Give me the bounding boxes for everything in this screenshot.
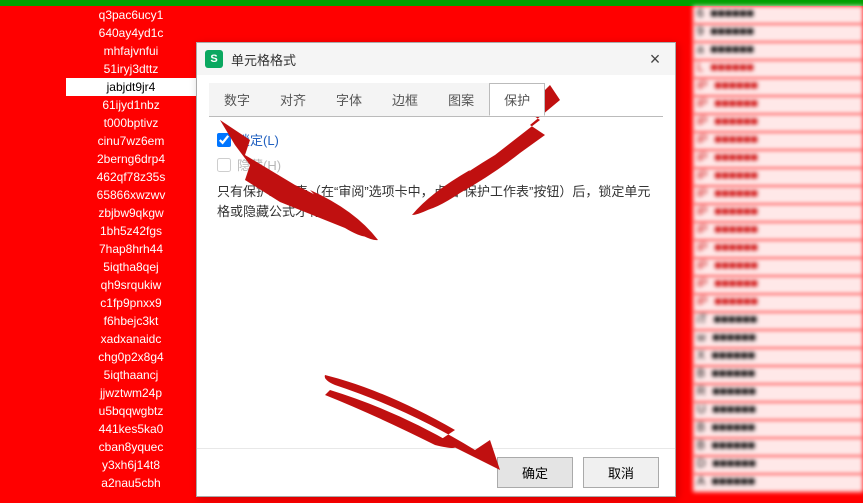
list-item: iP ■■■■■■ [693,78,863,96]
hide-checkbox-row[interactable]: 隐藏(H) [217,155,655,174]
list-item[interactable]: 640ay4yd1c [66,24,196,42]
list-item[interactable]: f6hbejc3kt [66,312,196,330]
list-item: a ■■■■■■ [693,42,863,60]
list-item: iP ■■■■■■ [693,204,863,222]
list-item: iP ■■■■■■ [693,240,863,258]
hide-label: 隐藏(H) [237,155,281,174]
tab-font[interactable]: 字体 [321,83,377,116]
list-item[interactable]: 61ijyd1nbz [66,96,196,114]
tab-bar: 数字对齐字体边框图案保护 [197,75,675,117]
list-item[interactable]: 1bh5z42fgs [66,222,196,240]
list-item[interactable]: y3xh6j14t8 [66,456,196,474]
tab-content-protect: 锁定(L) 隐藏(H) 只有保护工作表（在“审阅”选项卡中，点击“保护工作表”按… [197,118,675,448]
list-item: iT ■■■■■■ [693,312,863,330]
list-item[interactable]: u5bqqwgbtz [66,402,196,420]
list-item[interactable]: 462qf78z35s [66,168,196,186]
tab-border[interactable]: 边框 [377,83,433,116]
left-column: q3pac6ucy1640ay4yd1cmhfajvnfui51iryj3dtt… [66,6,196,492]
list-item: iP ■■■■■■ [693,186,863,204]
list-item[interactable]: 51iryj3dttz [66,60,196,78]
list-item[interactable]: chg0p2x8g4 [66,348,196,366]
list-item: iP ■■■■■■ [693,258,863,276]
list-item: D ■■■■■■ [693,456,863,474]
list-item[interactable]: c1fp9pnxx9 [66,294,196,312]
list-item[interactable]: 7hap8hrh44 [66,240,196,258]
list-item[interactable]: jabjdt9jr4 [66,78,196,96]
wps-app-icon: S [205,50,223,68]
lock-checkbox[interactable] [217,133,231,147]
list-item[interactable]: 441kes5ka0 [66,420,196,438]
lock-label: 锁定(L) [237,130,279,149]
list-item: w ■■■■■■ [693,330,863,348]
list-item[interactable]: 5iqthaancj [66,366,196,384]
protect-description: 只有保护工作表（在“审阅”选项卡中，点击“保护工作表”按钮）后，锁定单元格或隐藏… [217,182,655,222]
list-item[interactable]: qh9srqukiw [66,276,196,294]
list-item[interactable]: cban8yquec [66,438,196,456]
list-item[interactable]: xadxanaidc [66,330,196,348]
list-item: B ■■■■■■ [693,438,863,456]
list-item: R ■■■■■■ [693,384,863,402]
cancel-button[interactable]: 取消 [583,457,659,488]
list-item: iP ■■■■■■ [693,96,863,114]
list-item: X ■■■■■■ [693,348,863,366]
list-item[interactable]: q3pac6ucy1 [66,6,196,24]
close-icon[interactable]: × [643,50,667,68]
list-item[interactable]: mhfajvnfui [66,42,196,60]
tab-protect[interactable]: 保护 [489,83,545,116]
list-item[interactable]: 5iqtha8qej [66,258,196,276]
list-item: iP ■■■■■■ [693,222,863,240]
list-item[interactable]: cinu7wz6em [66,132,196,150]
list-item: iP ■■■■■■ [693,276,863,294]
tab-align[interactable]: 对齐 [265,83,321,116]
cell-format-dialog: S 单元格格式 × 数字对齐字体边框图案保护 锁定(L) 隐藏(H) 只有保护工… [196,42,676,497]
list-item: 6 ■■■■■■ [693,6,863,24]
list-item: iP ■■■■■■ [693,132,863,150]
list-item: iP ■■■■■■ [693,168,863,186]
list-item: iP ■■■■■■ [693,150,863,168]
list-item: B ■■■■■■ [693,420,863,438]
tabbar-underline [209,116,663,117]
tab-number[interactable]: 数字 [209,83,265,116]
dialog-button-bar: 确定 取消 [197,448,675,496]
tab-pattern[interactable]: 图案 [433,83,489,116]
list-item: iP ■■■■■■ [693,294,863,312]
list-item: A ■■■■■■ [693,474,863,492]
list-item: B ■■■■■■ [693,366,863,384]
dialog-title: 单元格格式 [231,50,643,69]
ok-button[interactable]: 确定 [497,457,573,488]
list-item[interactable]: a2nau5cbh [66,474,196,492]
lock-checkbox-row[interactable]: 锁定(L) [217,130,655,149]
hide-checkbox[interactable] [217,158,231,172]
list-item[interactable]: 2berng6drp4 [66,150,196,168]
list-item: U ■■■■■■ [693,402,863,420]
right-column: 6 ■■■■■■9 ■■■■■■a ■■■■■■L ■■■■■■iP ■■■■■… [693,6,863,492]
list-item[interactable]: t000bptivz [66,114,196,132]
list-item[interactable]: 65866xwzwv [66,186,196,204]
list-item: 9 ■■■■■■ [693,24,863,42]
dialog-titlebar: S 单元格格式 × [197,43,675,75]
list-item[interactable]: jjwztwm24p [66,384,196,402]
list-item: L ■■■■■■ [693,60,863,78]
list-item: iP ■■■■■■ [693,114,863,132]
list-item[interactable]: zbjbw9qkgw [66,204,196,222]
